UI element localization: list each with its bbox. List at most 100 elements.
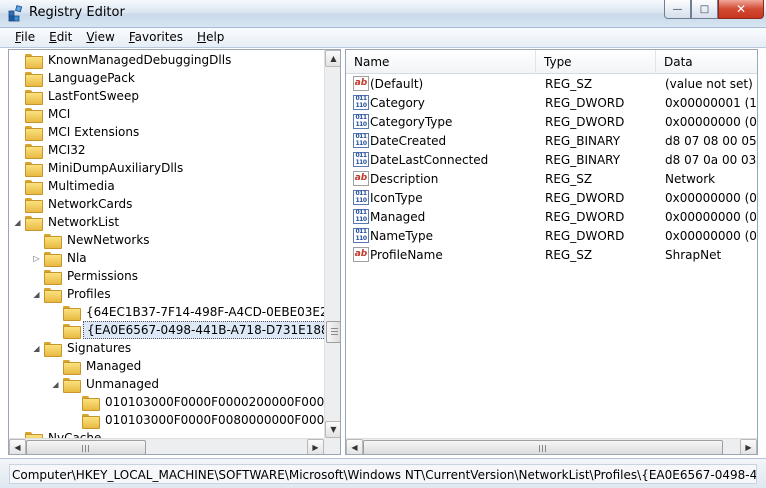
tree-item[interactable]: ◢ NetworkList xyxy=(13,213,122,231)
tree-expander[interactable] xyxy=(51,308,60,317)
tree-expander[interactable]: ◢ xyxy=(32,290,41,299)
menu-help[interactable]: Help xyxy=(190,28,231,47)
tree-item-selected[interactable]: {EA0E6567-0498-441B-A718-D731E1884DF2} xyxy=(51,321,325,339)
value-row[interactable]: 011 110 Category REG_DWORD 0x00000001 (1) xyxy=(346,94,757,113)
close-icon: ✕ xyxy=(735,2,747,16)
value-row[interactable]: 011 110 CategoryType REG_DWORD 0x00000000 (… xyxy=(346,113,757,132)
menu-edit[interactable]: Edit xyxy=(42,28,79,47)
value-row[interactable]: 011 110 DateLastConnected REG_BINARY d8 07 … xyxy=(346,151,757,170)
column-header-data[interactable]: Data xyxy=(656,50,757,74)
tree-vertical-scroll-thumb[interactable] xyxy=(326,321,340,343)
tree-item[interactable]: Managed xyxy=(51,357,144,375)
value-name: DateLastConnected xyxy=(370,153,489,167)
tree-item-label: Signatures xyxy=(67,341,132,355)
value-row[interactable]: ab (Default) REG_SZ (value not set) xyxy=(346,75,757,94)
tree-item[interactable]: LanguagePack xyxy=(13,69,138,87)
tree-vertical-scrollbar[interactable]: ▲ ▼ xyxy=(324,50,340,439)
tree-item[interactable]: 010103000F0000F0000200000F0000F03AC4A xyxy=(70,393,325,411)
tree-expander[interactable] xyxy=(13,200,22,209)
maximize-button[interactable]: □ xyxy=(691,0,718,19)
close-button[interactable]: ✕ xyxy=(718,0,764,19)
string-value-icon: ab xyxy=(353,76,369,91)
value-row[interactable]: 011 110 Managed REG_DWORD 0x00000000 (0) xyxy=(346,208,757,227)
tree-expander[interactable] xyxy=(13,182,22,191)
folder-icon xyxy=(44,269,62,285)
tree-expander[interactable] xyxy=(70,398,79,407)
tree-expander[interactable] xyxy=(70,416,79,425)
tree-expander[interactable]: ▷ xyxy=(32,254,41,263)
tree-expander[interactable]: ◢ xyxy=(13,218,22,227)
menu-file[interactable]: File xyxy=(8,28,42,47)
value-row[interactable]: 011 110 NameType REG_DWORD 0x00000000 (0) xyxy=(346,227,757,246)
binary-value-icon: 011 110 xyxy=(353,228,369,243)
tree-item[interactable]: {64EC1B37-7F14-498F-A4CD-0EBE03E26C07} xyxy=(51,303,325,321)
tree-item[interactable]: NetworkCards xyxy=(13,195,135,213)
tree-expander[interactable] xyxy=(13,146,22,155)
tree-item[interactable]: Multimedia xyxy=(13,177,118,195)
values-scroll-left-button[interactable]: ◀ xyxy=(346,439,363,454)
folder-icon xyxy=(44,233,62,249)
registry-values-pane[interactable]: Name Type Data ab (Default) REG_SZ (value n… xyxy=(345,49,758,455)
column-header-name[interactable]: Name xyxy=(346,50,536,74)
folder-icon xyxy=(63,323,81,339)
menu-file-label: ile xyxy=(21,30,36,44)
registry-editor-icon xyxy=(8,5,23,22)
tree-expander[interactable] xyxy=(13,164,22,173)
tree-expander[interactable] xyxy=(13,110,22,119)
tree-item[interactable]: ◢ Profiles xyxy=(32,285,114,303)
value-data: Network xyxy=(665,172,716,186)
tree-expander[interactable] xyxy=(32,272,41,281)
binary-value-icon: 011 110 xyxy=(353,114,369,129)
tree-expander[interactable] xyxy=(13,128,22,137)
tree-expander[interactable]: ◢ xyxy=(32,344,41,353)
tree-item[interactable]: MiniDumpAuxiliaryDlls xyxy=(13,159,186,177)
tree-scroll-down-button[interactable]: ▼ xyxy=(325,421,340,438)
folder-icon xyxy=(25,71,43,87)
tree-item[interactable]: MCI Extensions xyxy=(13,123,142,141)
value-data: d8 07 0a 00 03 00 xyxy=(665,153,757,167)
registry-tree-pane[interactable]: KnownManagedDebuggingDlls LanguagePack L… xyxy=(8,49,341,455)
tree-scroll-right-button[interactable]: ▶ xyxy=(307,439,324,454)
value-row[interactable]: 011 110 DateCreated REG_BINARY d8 07 08 00 … xyxy=(346,132,757,151)
tree-item[interactable]: NewNetworks xyxy=(32,231,153,249)
tree-item[interactable]: ◢ Unmanaged xyxy=(51,375,162,393)
tree-item[interactable]: ▷ Nla xyxy=(32,249,90,267)
tree-item[interactable]: LastFontSweep xyxy=(13,87,142,105)
value-row[interactable]: ab Description REG_SZ Network xyxy=(346,170,757,189)
tree-item-label: Managed xyxy=(86,359,142,373)
minimize-button[interactable]: — xyxy=(664,0,691,19)
scrollbar-corner xyxy=(324,438,340,454)
values-horizontal-scrollbar[interactable]: ◀ ▶ xyxy=(346,438,757,454)
tree-item-label: MiniDumpAuxiliaryDlls xyxy=(48,161,184,175)
tree-expander[interactable] xyxy=(13,74,22,83)
tree-item[interactable]: MCI xyxy=(13,105,73,123)
tree-scroll-up-button[interactable]: ▲ xyxy=(325,50,340,67)
values-scroll-right-button[interactable]: ▶ xyxy=(740,439,757,454)
column-header-type[interactable]: Type xyxy=(536,50,656,74)
menu-view[interactable]: View xyxy=(79,28,121,47)
tree-item[interactable]: MCI32 xyxy=(13,141,89,159)
tree-expander[interactable] xyxy=(51,362,60,371)
tree-item-label: NetworkCards xyxy=(48,197,133,211)
tree-item-label: LanguagePack xyxy=(48,71,135,85)
tree-item[interactable]: ◢ Signatures xyxy=(32,339,134,357)
tree-expander[interactable]: ◢ xyxy=(51,380,60,389)
tree-item[interactable]: KnownManagedDebuggingDlls xyxy=(13,51,234,69)
tree-item[interactable]: Permissions xyxy=(32,267,141,285)
tree-expander[interactable] xyxy=(32,236,41,245)
value-name: Category xyxy=(370,96,425,110)
tree-scroll-left-button[interactable]: ◀ xyxy=(9,439,26,454)
value-data: d8 07 08 00 05 00 xyxy=(665,134,757,148)
menu-favorites[interactable]: Favorites xyxy=(122,28,190,47)
tree-expander[interactable] xyxy=(51,326,60,335)
value-type: REG_DWORD xyxy=(545,210,625,224)
values-horizontal-scroll-thumb[interactable] xyxy=(363,440,723,454)
value-row[interactable]: 011 110 IconType REG_DWORD 0x00000000 (0) xyxy=(346,189,757,208)
folder-icon xyxy=(44,251,62,267)
tree-item[interactable]: 010103000F0000F0080000000F0000F08F33B7 xyxy=(70,411,325,429)
tree-horizontal-scrollbar[interactable]: ◀ ▶ xyxy=(9,438,324,454)
tree-expander[interactable] xyxy=(13,92,22,101)
tree-expander[interactable] xyxy=(13,56,22,65)
tree-horizontal-scroll-thumb[interactable] xyxy=(26,440,146,454)
value-row[interactable]: ab ProfileName REG_SZ ShrapNet xyxy=(346,246,757,265)
